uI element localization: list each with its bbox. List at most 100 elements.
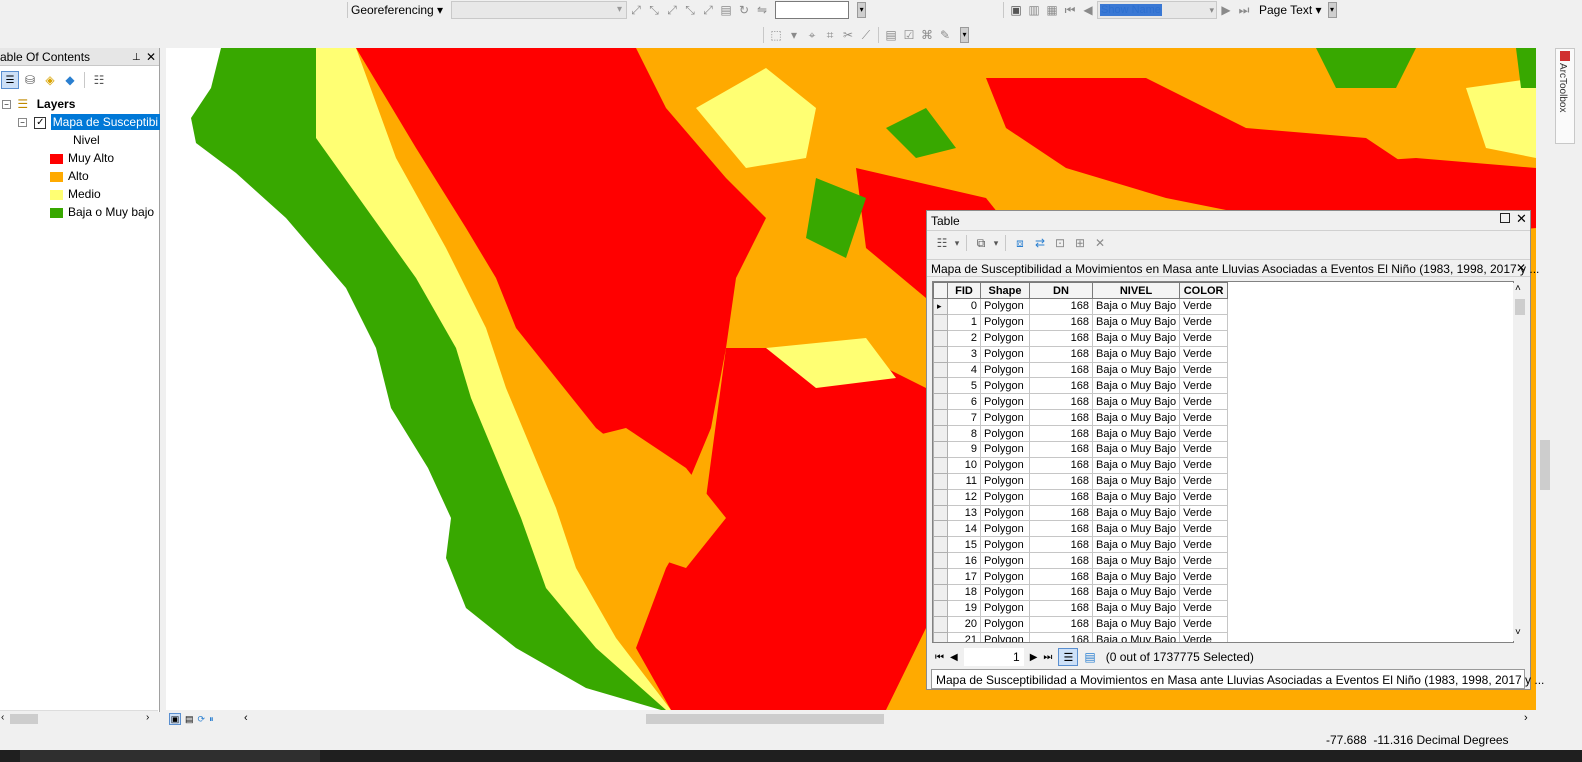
next-record-icon[interactable]: ▶	[1030, 652, 1038, 663]
cell-fid[interactable]: 9	[947, 441, 981, 458]
cell-nivel[interactable]: Baja o Muy Bajo	[1091, 504, 1181, 522]
editor-dropdown-icon[interactable]: ▾	[785, 26, 803, 44]
cell-nivel[interactable]: Baja o Muy Bajo	[1091, 345, 1181, 363]
cell-nivel[interactable]: Baja o Muy Bajo	[1091, 536, 1181, 554]
table-row[interactable]: 5 Polygon 168 Baja o Muy Bajo Verde	[933, 377, 1229, 395]
table-row[interactable]: ▸ 0 Polygon 168 Baja o Muy Bajo Verde	[933, 298, 1229, 315]
cell-shape[interactable]: Polygon	[980, 568, 1030, 586]
table-row[interactable]: 9 Polygon 168 Baja o Muy Bajo Verde	[933, 441, 1229, 458]
table-row[interactable]: 7 Polygon 168 Baja o Muy Bajo Verde	[933, 409, 1229, 427]
table-row[interactable]: 14 Polygon 168 Baja o Muy Bajo Verde	[933, 520, 1229, 538]
row-selector[interactable]	[933, 520, 948, 538]
cell-color[interactable]: Verde	[1179, 393, 1229, 411]
cell-dn[interactable]: 168	[1029, 313, 1093, 331]
record-number-input[interactable]: 1	[963, 648, 1024, 666]
row-selector[interactable]	[933, 313, 948, 331]
legend-item[interactable]: Alto	[50, 169, 89, 183]
cell-nivel[interactable]: Baja o Muy Bajo	[1091, 599, 1181, 617]
scroll-thumb[interactable]	[1515, 299, 1525, 315]
cell-dn[interactable]: 168	[1029, 377, 1093, 395]
table-row[interactable]: 16 Polygon 168 Baja o Muy Bajo Verde	[933, 552, 1229, 570]
column-header-fid[interactable]: FID	[947, 282, 981, 299]
cell-shape[interactable]: Polygon	[980, 393, 1030, 411]
first-record-icon[interactable]: ⏮	[935, 652, 944, 663]
scroll-left-icon[interactable]: ‹	[1, 712, 4, 723]
row-selector[interactable]	[933, 568, 948, 586]
cell-nivel[interactable]: Baja o Muy Bajo	[1091, 377, 1181, 395]
options-icon[interactable]: ☷	[90, 71, 108, 89]
cell-dn[interactable]: 168	[1029, 298, 1093, 315]
cell-nivel[interactable]: Baja o Muy Bajo	[1091, 298, 1181, 315]
georef-layer-dropdown[interactable]: ▾	[451, 1, 628, 19]
row-selector[interactable]	[933, 377, 948, 395]
row-selector[interactable]	[933, 599, 948, 617]
shift-tool-icon[interactable]: ⤢	[699, 1, 717, 19]
row-selector[interactable]	[933, 441, 948, 458]
close-tab-icon[interactable]: ✕	[1516, 261, 1526, 275]
attribute-grid[interactable]: FID Shape DN NIVEL COLOR ▸ 0 Polygon 168 Baj…	[932, 281, 1514, 643]
cell-fid[interactable]: 8	[947, 425, 981, 443]
previous-page-icon[interactable]: ◀	[1079, 1, 1097, 19]
row-selector[interactable]	[933, 584, 948, 601]
select-by-attributes-icon[interactable]: ⧈	[1011, 234, 1029, 252]
row-selector[interactable]	[933, 615, 948, 633]
cell-shape[interactable]: Polygon	[980, 313, 1030, 331]
table-row[interactable]: 10 Polygon 168 Baja o Muy Bajo Verde	[933, 456, 1229, 474]
cell-color[interactable]: Verde	[1179, 409, 1229, 427]
cell-color[interactable]: Verde	[1179, 298, 1229, 315]
layer-item-susceptibilidad[interactable]: − ✓ Mapa de Susceptibi	[18, 114, 161, 130]
row-selector[interactable]	[933, 329, 948, 347]
table-row[interactable]: 15 Polygon 168 Baja o Muy Bajo Verde	[933, 536, 1229, 554]
cell-shape[interactable]: Polygon	[980, 631, 1030, 642]
flip-icon[interactable]: ⇋	[753, 1, 771, 19]
table-vertical-scrollbar[interactable]: ˄ ˅	[1513, 283, 1527, 641]
table-row[interactable]: 3 Polygon 168 Baja o Muy Bajo Verde	[933, 345, 1229, 363]
cell-dn[interactable]: 168	[1029, 488, 1093, 506]
cell-shape[interactable]: Polygon	[980, 329, 1030, 347]
legend-item[interactable]: Baja o Muy bajo	[50, 205, 154, 219]
zoom-to-selected-icon[interactable]: ⊞	[1071, 234, 1089, 252]
show-selected-records-icon[interactable]: ▤	[1084, 650, 1095, 664]
dropdown-arrow-icon[interactable]: ▾	[953, 234, 961, 252]
split-icon[interactable]: ⟋	[857, 26, 875, 44]
view-link-table-icon[interactable]: ▤	[717, 1, 735, 19]
cell-fid[interactable]: 10	[947, 456, 981, 474]
cell-dn[interactable]: 168	[1029, 393, 1093, 411]
close-icon[interactable]: ✕	[146, 48, 156, 66]
cell-shape[interactable]: Polygon	[980, 377, 1030, 395]
cell-color[interactable]: Verde	[1179, 584, 1229, 601]
table-tab-header[interactable]: Mapa de Susceptibilidad a Movimientos en…	[927, 259, 1539, 277]
toolbar-overflow-icon[interactable]: ▾	[960, 27, 969, 43]
cell-shape[interactable]: Polygon	[980, 441, 1030, 458]
rotate-icon[interactable]: ↻	[735, 1, 753, 19]
table-row[interactable]: 6 Polygon 168 Baja o Muy Bajo Verde	[933, 393, 1229, 411]
rotate-tool-icon[interactable]: ⤢	[663, 1, 681, 19]
scroll-left-icon[interactable]: ‹	[244, 712, 248, 724]
cell-color[interactable]: Verde	[1179, 536, 1229, 554]
cell-fid[interactable]: 6	[947, 393, 981, 411]
cell-dn[interactable]: 168	[1029, 520, 1093, 538]
cell-shape[interactable]: Polygon	[980, 409, 1030, 427]
cell-color[interactable]: Verde	[1179, 456, 1229, 474]
scroll-right-icon[interactable]: ›	[146, 712, 149, 723]
cell-fid[interactable]: 4	[947, 361, 981, 379]
cell-dn[interactable]: 168	[1029, 631, 1093, 642]
table-row[interactable]: 12 Polygon 168 Baja o Muy Bajo Verde	[933, 488, 1229, 506]
row-selector[interactable]	[933, 409, 948, 427]
cell-dn[interactable]: 168	[1029, 345, 1093, 363]
cell-dn[interactable]: 168	[1029, 361, 1093, 379]
cell-fid[interactable]: 1	[947, 313, 981, 331]
page-text-menu[interactable]: Page Text ▾	[1259, 3, 1322, 17]
cell-nivel[interactable]: Baja o Muy Bajo	[1091, 488, 1181, 506]
create-features-icon[interactable]: ✎	[936, 26, 954, 44]
rotation-input[interactable]	[775, 1, 850, 19]
table-bottom-tab[interactable]: Mapa de Susceptibilidad a Movimientos en…	[931, 669, 1544, 689]
cell-nivel[interactable]: Baja o Muy Bajo	[1091, 520, 1181, 538]
layer-visibility-checkbox[interactable]: ✓	[34, 116, 47, 129]
cell-nivel[interactable]: Baja o Muy Bajo	[1091, 313, 1181, 331]
cell-dn[interactable]: 168	[1029, 409, 1093, 427]
table-row[interactable]: 13 Polygon 168 Baja o Muy Bajo Verde	[933, 504, 1229, 522]
cell-dn[interactable]: 168	[1029, 441, 1093, 458]
table-icon[interactable]: ▦	[1043, 1, 1061, 19]
cell-shape[interactable]: Polygon	[980, 584, 1030, 601]
